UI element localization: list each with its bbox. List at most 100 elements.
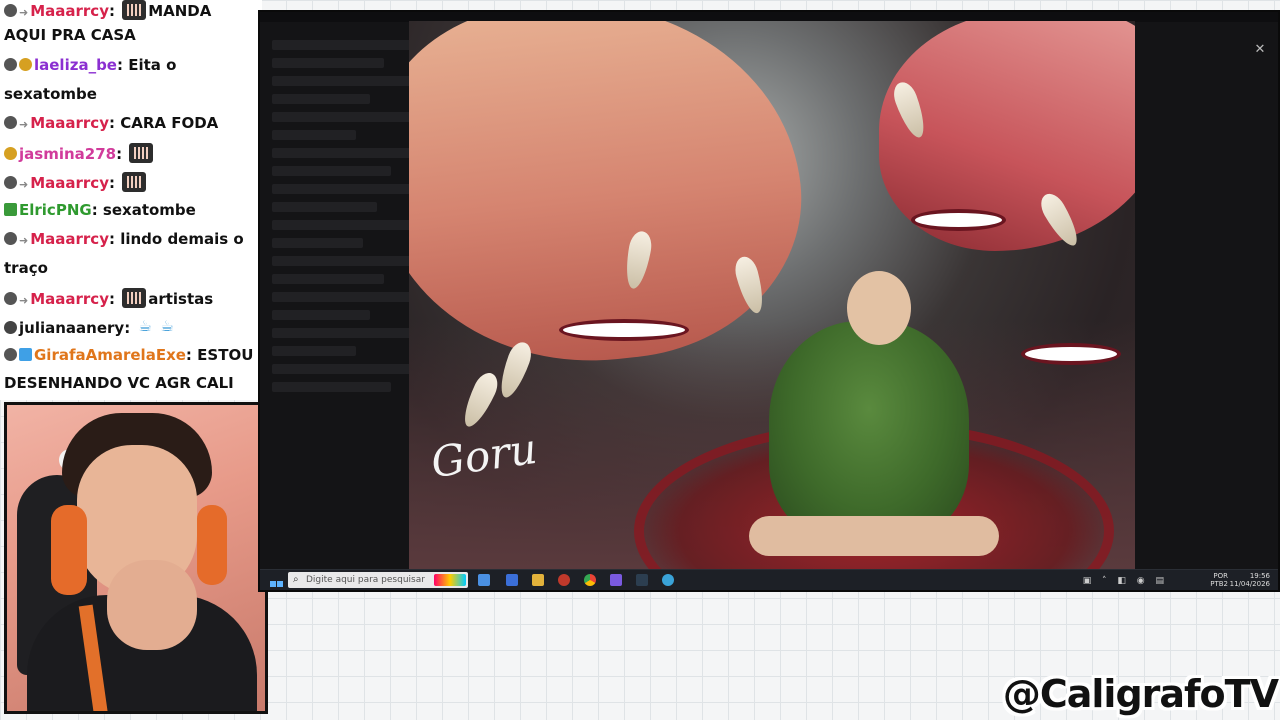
chat-separator: : (108, 114, 115, 132)
chat-separator: : (108, 290, 115, 308)
close-icon[interactable]: ✕ (1250, 40, 1270, 60)
chat-text: artistas (148, 290, 214, 308)
screen-capture: ✕ Goru ⌕ Digite aqui para pesquisar ▣ ˄ … (258, 10, 1280, 592)
hooded-figure (769, 321, 969, 541)
chat-username[interactable]: jasmina278 (19, 145, 116, 163)
search-placeholder: Digite aqui para pesquisar (306, 575, 425, 585)
user-badge-icon (4, 4, 17, 17)
chat-separator: : (124, 319, 131, 337)
sub-badge-icon (19, 58, 32, 71)
taskbar-search-input[interactable]: ⌕ Digite aqui para pesquisar (288, 572, 468, 588)
chat-message-continuation: DESENHANDO VC AGR CALI (4, 374, 234, 392)
clock-time: 19:56 (1249, 572, 1270, 580)
chrome-icon[interactable] (584, 574, 596, 586)
sub-badge-icon (4, 147, 17, 160)
chat-message-continuation: AQUI PRA CASA (4, 26, 136, 44)
chat-panel: ➜ Maaarrcy: MANDA AQUI PRA CASA laeliza_b… (0, 0, 262, 400)
app-icon[interactable] (662, 574, 674, 586)
emote-icon (129, 143, 154, 163)
chat-username[interactable]: Maaarrcy (30, 114, 109, 132)
figure-feet (749, 516, 999, 556)
user-badge-icon (4, 176, 17, 189)
chat-separator: : (108, 230, 115, 248)
channel-handle: @CaligrafoTV (1002, 672, 1279, 716)
chat-text: sexatombe (102, 201, 196, 219)
chat-username[interactable]: laeliza_be (34, 56, 117, 74)
chat-separator: : (91, 201, 98, 219)
reply-arrow-icon: ➜ (19, 294, 29, 307)
figure-head (847, 271, 911, 345)
chat-message: laeliza_be: Eita o (4, 56, 176, 74)
windows-taskbar: ⌕ Digite aqui para pesquisar ▣ ˄ ◧ ◉ ▤ P… (260, 569, 1278, 590)
chat-text: MANDA (148, 2, 212, 20)
grinning-mouth (559, 319, 689, 341)
reply-arrow-icon: ➜ (19, 118, 29, 131)
file-explorer-icon[interactable] (532, 574, 544, 586)
user-badge-icon (4, 58, 17, 71)
search-highlight-image (434, 574, 466, 586)
chat-username[interactable]: Maaarrcy (30, 290, 109, 308)
chat-separator: : (108, 174, 115, 192)
webcam-feed (4, 402, 268, 714)
chat-username[interactable]: Maaarrcy (30, 230, 109, 248)
chat-message-continuation: traço (4, 259, 48, 277)
discord-icon[interactable] (610, 574, 622, 586)
user-badge-icon (4, 232, 17, 245)
emote-icon (122, 172, 147, 192)
chat-separator: : (116, 56, 123, 74)
chat-message: jasmina278: (4, 143, 155, 163)
emote-icon (122, 288, 147, 308)
chat-message: ➜ Maaarrcy: (4, 172, 148, 194)
chat-username[interactable]: GirafaAmarelaExe (34, 346, 186, 364)
chat-text: AQUI PRA CASA (4, 26, 136, 44)
obs-icon[interactable] (636, 574, 648, 586)
chat-separator: : (108, 2, 115, 20)
chat-username[interactable]: julianaanery (19, 319, 124, 337)
user-badge-icon (4, 116, 17, 129)
coffee-emote-icon (159, 317, 177, 337)
chat-text: sexatombe (4, 85, 97, 103)
search-icon: ⌕ (293, 574, 299, 585)
system-clock[interactable]: POR PTB2 19:56 11/04/2026 (1210, 572, 1270, 588)
reply-arrow-icon: ➜ (19, 6, 29, 19)
user-badge-icon (4, 292, 17, 305)
system-tray-icons[interactable]: ▣ ˄ ◧ ◉ ▤ (1083, 576, 1168, 586)
windows-start-icon[interactable] (270, 573, 284, 587)
streamer-hand (107, 560, 197, 650)
chat-text: ESTOU (197, 346, 254, 364)
reply-arrow-icon: ➜ (19, 234, 29, 247)
chat-username[interactable]: ElricPNG (19, 201, 92, 219)
digital-artwork: Goru (409, 21, 1135, 569)
chat-message-continuation: sexatombe (4, 85, 97, 103)
grinning-mouth (911, 209, 1006, 231)
prime-badge-icon (19, 348, 32, 361)
app-icon[interactable] (558, 574, 570, 586)
background-app-panel (272, 32, 412, 562)
chat-message: ➜ Maaarrcy: lindo demais o (4, 230, 244, 250)
chat-message: ➜ Maaarrcy: CARA FODA (4, 114, 218, 134)
chat-username[interactable]: Maaarrcy (30, 2, 109, 20)
chat-message: julianaanery: (4, 317, 179, 337)
grinning-mouth (1021, 343, 1121, 365)
mod-badge-icon (4, 321, 17, 334)
edge-icon[interactable] (506, 574, 518, 586)
clock-date: 11/04/2026 (1229, 580, 1270, 588)
chat-text: DESENHANDO VC AGR CALI (4, 374, 234, 392)
xbox-badge-icon (4, 203, 17, 216)
chat-text: lindo demais o (120, 230, 244, 248)
chat-separator: : (116, 145, 123, 163)
reply-arrow-icon: ➜ (19, 178, 29, 191)
language-indicator[interactable]: POR PTB2 (1210, 572, 1228, 588)
chat-text: Eita o (128, 56, 177, 74)
user-badge-icon (4, 348, 17, 361)
chat-message: ElricPNG: sexatombe (4, 201, 196, 219)
chat-username[interactable]: Maaarrcy (30, 174, 109, 192)
chat-text: CARA FODA (120, 114, 219, 132)
chat-message: ➜ Maaarrcy: artistas (4, 288, 213, 310)
chat-text: traço (4, 259, 48, 277)
store-icon[interactable] (478, 574, 490, 586)
coffee-emote-icon (137, 317, 155, 337)
chat-separator: : (185, 346, 192, 364)
emote-icon (122, 0, 147, 20)
chat-message: ➜ Maaarrcy: MANDA (4, 0, 211, 22)
